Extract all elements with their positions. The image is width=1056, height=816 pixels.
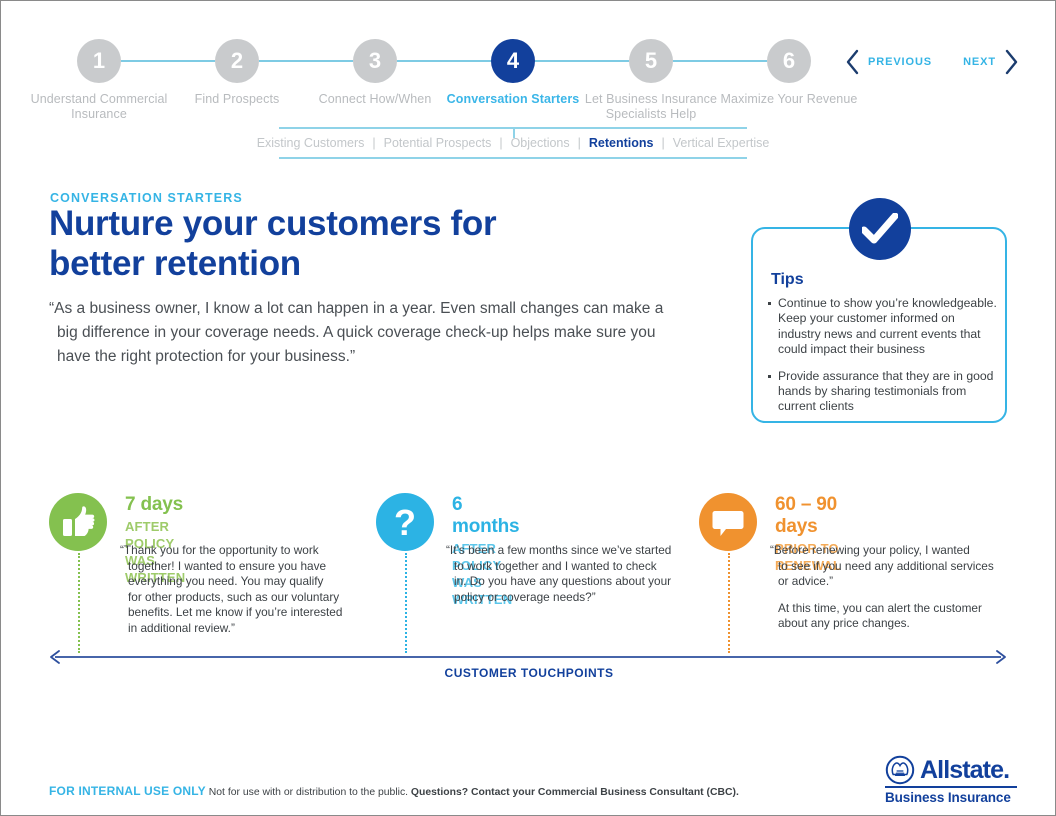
stepper-step-1-number: 1 [77,39,121,83]
tips-list: Continue to show you’re knowledgeable. K… [767,296,999,426]
stepper-step-6-number: 6 [767,39,811,83]
stepper-step-1[interactable]: 1 Understand Commercial Insurance [24,39,174,122]
allstate-hands-icon [885,755,915,785]
pager: PREVIOUS NEXT [845,49,1019,75]
subtab-rule-bottom [279,157,747,159]
stepper-connector-2-3 [259,60,353,62]
stepper-step-6[interactable]: 6 Maximize Your Revenue [714,39,864,107]
stepper-step-5[interactable]: 5 Let Business Insurance Specialists Hel… [576,39,726,122]
stepper-step-1-label: Understand Commercial Insurance [30,92,168,121]
footer-questions-text: Questions? Contact your Commercial Busin… [410,787,739,798]
touchpoint-body-line: to see if you need any additional servic… [778,558,994,573]
touchpoint-body-line: in additional review.” [128,620,235,635]
previous-button[interactable]: PREVIOUS [868,56,932,68]
allstate-logo: Allstate. Business Insurance [885,755,1017,805]
stepper-connector-5-6 [673,60,767,62]
touchpoint-body-line: “It’s been a few months since we’ve star… [446,543,672,557]
stepper-step-4-number: 4 [491,39,535,83]
stepper-step-4[interactable]: 4 Conversation Starters [438,39,588,107]
tips-list-item: Continue to show you’re knowledgeable. K… [767,296,999,358]
allstate-logo-row: Allstate. [885,755,1017,785]
touchpoint-body-line: about any price changes. [778,616,910,631]
touchpoint-body-line: or advice.” [778,574,834,589]
allstate-logo-rule [885,786,1017,788]
touchpoint-body-line: in. Do you have any questions about your [454,574,672,589]
svg-text:?: ? [394,502,416,543]
chevron-right-icon[interactable] [1005,49,1019,75]
touchpoint-connector-3 [728,553,731,653]
allstate-logo-subtitle: Business Insurance [885,789,1011,805]
subtab-bar: Existing Customers | Potential Prospects… [257,127,769,159]
customer-quote-line3: have the right protection for your busin… [57,348,356,365]
speech-bubble-icon [699,493,757,551]
allstate-wordmark: Allstate. [920,756,1010,784]
stepper-step-2[interactable]: 2 Find Prospects [162,39,312,107]
page-root: 1 Understand Commercial Insurance 2 Find… [0,0,1056,816]
page-eyebrow: CONVERSATION STARTERS [50,191,243,205]
stepper-step-5-number: 5 [629,39,673,83]
stepper-connector-3-4 [397,60,491,62]
touchpoint-term: 60 – 90 days [775,494,837,537]
chevron-left-icon[interactable] [845,49,859,75]
stepper-step-5-label: Let Business Insurance Specialists Help [584,92,718,121]
page-title-line2: better retention [49,244,301,283]
touchpoint-body-line: benefits. Let me know if you’re interest… [128,605,343,620]
stepper-step-4-label: Conversation Starters [446,92,580,106]
customer-quote-line2: big difference in your coverage needs. A… [57,324,656,341]
touchpoint-body-line: to work together and I wanted to check [454,558,657,573]
stepper-step-2-number: 2 [215,39,259,83]
question-mark-icon: ? [376,493,434,551]
footer-disclaimer: FOR INTERNAL USE ONLY Not for use with o… [49,784,739,798]
stepper-step-3[interactable]: 3 Connect How/When [300,39,450,107]
footer-disclaimer-text: Not for use with or distribution to the … [205,787,411,798]
touchpoint-body-line: everything you need. You may qualify [128,574,324,589]
touchpoint-body-line: for other products, such as our voluntar… [128,589,340,604]
tips-list-item: Provide assurance that they are in good … [767,369,999,415]
touchpoint-body-line: policy or coverage needs?” [454,589,596,604]
touchpoint-connector-1 [78,553,81,653]
touchpoint-card-6-months-body: “It’s been a few months since we’ve star… [446,543,694,616]
touchpoint-term: 7 days [125,494,183,515]
customer-touchpoints-axis [47,650,1009,664]
touchpoint-body-line: “Before renewing your policy, I wanted [770,543,970,557]
subtab-retentions[interactable]: Retentions [581,136,662,150]
stepper-step-3-label: Connect How/When [318,92,432,106]
touchpoint-term: 6 months [452,494,520,537]
page-title-line1: Nurture your customers for [49,204,497,243]
customer-quote-line1: “As a business owner, I know a lot can h… [49,300,664,317]
subtab-existing-customers[interactable]: Existing Customers [249,136,373,150]
customer-quote: “As a business owner, I know a lot can h… [49,297,689,369]
check-circle-icon [849,198,911,260]
touchpoint-connector-2 [405,553,408,653]
subtab-active-tick [513,127,515,138]
tips-title: Tips [771,271,804,288]
touchpoint-card-7-days-body: “Thank you for the opportunity to work t… [120,543,368,648]
stepper-connector-1-2 [121,60,215,62]
touchpoint-card-60-90-days-body: “Before renewing your policy, I wanted t… [770,543,1020,643]
touchpoint-body-line: “Thank you for the opportunity to work [120,543,319,557]
thumbs-up-icon [49,493,107,551]
stepper-connector-4-5 [535,60,629,62]
page-title: Nurture your customers for better retent… [49,204,689,284]
internal-use-label: FOR INTERNAL USE ONLY [49,784,206,798]
subtab-vertical-expertise[interactable]: Vertical Expertise [665,136,778,150]
stepper-step-2-label: Find Prospects [194,92,280,106]
stepper-step-6-label: Maximize Your Revenue [720,92,858,106]
touchpoint-body-line: At this time, you can alert the customer [778,600,982,615]
touchpoint-body-line: together! I wanted to ensure you have [128,558,327,573]
subtab-objections[interactable]: Objections [503,136,578,150]
timeline-caption: CUSTOMER TOUCHPOINTS [444,666,614,680]
next-button[interactable]: NEXT [963,56,996,68]
subtab-potential-prospects[interactable]: Potential Prospects [376,136,500,150]
progress-stepper: 1 Understand Commercial Insurance 2 Find… [1,39,881,121]
stepper-step-3-number: 3 [353,39,397,83]
